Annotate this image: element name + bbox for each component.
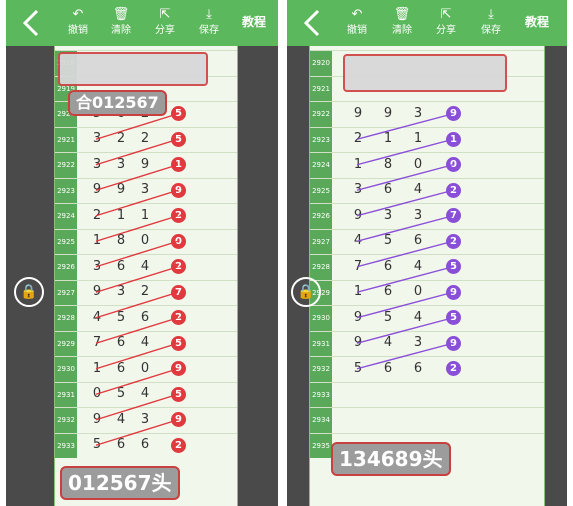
download-icon: ⤓ <box>488 7 494 22</box>
back-arrow-icon[interactable] <box>299 8 329 38</box>
undo-icon: ↶ <box>72 7 84 22</box>
top-filter-label: 合012567 <box>68 90 167 116</box>
connection-line <box>356 266 454 293</box>
trash-icon: 🗑 <box>112 7 130 22</box>
connection-line <box>356 291 454 319</box>
tutorial-button[interactable]: 教程 <box>242 13 266 30</box>
download-icon: ⤓ <box>206 7 212 22</box>
toolbar: ↶ 撤销 🗑 清除 ⇱ 分享 ⤓ 保存 教程 <box>287 0 567 46</box>
bottom-filter-label: 134689头 <box>331 442 451 476</box>
connection-line <box>356 342 454 370</box>
connection-line <box>356 215 454 242</box>
connection-line <box>95 189 179 217</box>
connection-line <box>95 266 179 293</box>
lock-button[interactable]: 🔒 <box>12 262 46 322</box>
right-panel: ↶ 撤销 🗑 清除 ⇱ 分享 ⤓ 保存 教程 2920 2921 2922 2923 2924 2… <box>287 0 567 506</box>
left-panel: ↶撤销 🗑清除 ⇱分享 ⤓保存 教程 291829192920292129222… <box>6 0 278 506</box>
lottery-grid: 2920 2921 2922 2923 2924 2925 2926 2927 2928 2929… <box>309 46 545 506</box>
share-icon: ⇱ <box>440 7 452 22</box>
lock-icon: 🔒 <box>291 277 321 307</box>
blurred-region <box>343 54 507 92</box>
connection-line <box>356 189 454 217</box>
save-button[interactable]: ⤓ 保存 <box>473 6 509 42</box>
undo-button[interactable]: ↶ 撤销 <box>339 6 375 42</box>
connection-line <box>95 342 179 370</box>
connection-line <box>95 368 179 395</box>
back-arrow-icon[interactable] <box>18 8 48 38</box>
clear-button[interactable]: 🗑 清除 <box>103 6 139 42</box>
share-button[interactable]: ⇱ 分享 <box>147 6 183 42</box>
connection-line <box>95 113 179 140</box>
share-button[interactable]: ⇱ 分享 <box>428 6 464 42</box>
tutorial-button[interactable]: 教程 <box>525 13 549 30</box>
clear-button[interactable]: 🗑 清除 <box>384 6 420 42</box>
connection-line <box>95 419 179 446</box>
save-button[interactable]: ⤓ 保存 <box>191 6 227 42</box>
connection-line <box>95 317 179 344</box>
connection-line <box>95 138 179 166</box>
connection-line <box>95 215 179 242</box>
connection-line <box>356 317 454 344</box>
connection-line <box>95 240 179 268</box>
connection-line <box>95 393 179 421</box>
toolbar: ↶ 撤销 🗑 清除 ⇱ 分享 ⤓ 保存 教程 <box>6 0 278 46</box>
connection-line <box>95 291 179 319</box>
connection-line <box>356 138 454 166</box>
undo-button[interactable]: ↶ 撤销 <box>60 6 96 42</box>
undo-icon: ↶ <box>351 7 363 22</box>
blurred-region <box>58 52 208 86</box>
bottom-filter-label: 012567头 <box>60 466 180 500</box>
lock-button[interactable]: 🔒 <box>289 262 323 322</box>
connection-line <box>356 240 454 268</box>
connection-line <box>356 164 454 191</box>
lock-icon: 🔒 <box>14 277 44 307</box>
connection-line <box>95 164 179 191</box>
trash-icon: 🗑 <box>393 7 411 22</box>
share-icon: ⇱ <box>159 7 171 22</box>
connection-line <box>356 113 454 140</box>
connection-lines <box>356 113 454 370</box>
